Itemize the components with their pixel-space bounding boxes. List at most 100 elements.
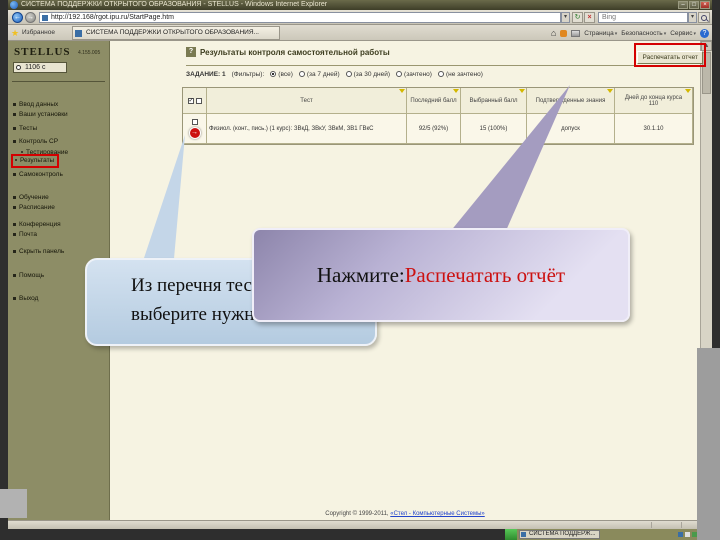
col-header-test[interactable]: Тест	[207, 88, 407, 114]
sidebar-item-testy[interactable]: Тесты	[13, 124, 37, 133]
callout-print-report: Нажмите: Распечатать отчёт	[252, 228, 630, 322]
stellus-logo: STELLUS	[14, 46, 71, 58]
section-help-icon[interactable]	[186, 47, 196, 57]
filter-funnel-icon[interactable]	[453, 89, 459, 93]
forward-button[interactable]	[25, 12, 36, 23]
row-selected-score: 15 (100%)	[461, 114, 527, 144]
sidebar-divider	[12, 81, 105, 82]
menu-bullet-icon	[13, 139, 16, 143]
callout-print-action: Распечатать отчёт	[404, 262, 566, 287]
sidebar-item-skryt-panel[interactable]: Скрыть панель	[13, 247, 64, 256]
back-button[interactable]	[12, 12, 23, 23]
search-input[interactable]: Bing	[598, 12, 688, 23]
menu-bullet-icon	[13, 249, 16, 253]
url-input[interactable]: http://192.168/rgot.ipu.ru/StartPage.htm	[39, 12, 561, 23]
col-header-last-score[interactable]: Последний балл	[407, 88, 461, 114]
filter-option-passed[interactable]: (зачтено)	[396, 71, 432, 78]
sidebar-item-rezultaty[interactable]: Результаты	[11, 154, 60, 168]
filter-option-7days[interactable]: (за 7 дней)	[298, 71, 340, 78]
url-text: http://192.168/rgot.ipu.ru/StartPage.htm	[51, 14, 174, 21]
site-favicon-icon	[42, 15, 48, 21]
slide-gray-overlay-bottomleft	[0, 489, 27, 518]
window-controls	[678, 1, 710, 9]
select-all-checkbox[interactable]	[187, 97, 194, 104]
chevron-down-icon	[692, 30, 696, 37]
sidebar-item-vyhod[interactable]: Выход	[13, 294, 38, 303]
sidebar-item-obuchenie[interactable]: Обучение	[13, 193, 49, 202]
radio-icon	[298, 71, 305, 78]
favorites-button[interactable]: Избранное	[11, 27, 55, 39]
search-text: Bing	[602, 14, 617, 21]
tools-menu[interactable]: Сервис	[670, 30, 696, 37]
start-button[interactable]	[505, 529, 517, 540]
taskbar-window-button[interactable]: СИСТЕМА ПОДДЕРЖ...	[519, 530, 600, 539]
tray-network-icon[interactable]	[678, 532, 683, 537]
radio-icon	[345, 71, 352, 78]
sidebar-item-kontrol-sr[interactable]: Контроль СР	[13, 137, 58, 146]
print-report-button[interactable]: Распечатать отчет	[637, 51, 703, 64]
menu-bullet-icon	[13, 205, 16, 209]
timer-value: 1106 с	[25, 64, 46, 71]
tray-volume-icon[interactable]	[685, 532, 690, 537]
tab-title: СИСТЕМА ПОДДЕРЖКИ ОТКРЫТОГО ОБРАЗОВАНИЯ.…	[86, 29, 259, 36]
task-label: ЗАДАНИЕ: 1	[186, 71, 226, 78]
sidebar-item-pochta[interactable]: Почта	[13, 230, 37, 239]
filter-option-30days[interactable]: (за 30 дней)	[345, 71, 390, 78]
col-header-days-left[interactable]: Дней до конца курса 110	[615, 88, 693, 114]
sidebar-item-vashi-ustanovki[interactable]: Ваши установки	[13, 110, 68, 119]
filter-option-notpassed[interactable]: (не зачтено)	[437, 71, 483, 78]
browser-tab[interactable]: СИСТЕМА ПОДДЕРЖКИ ОТКРЫТОГО ОБРАЗОВАНИЯ.…	[72, 26, 280, 40]
menu-bullet-icon	[13, 195, 16, 199]
filter-row: ЗАДАНИЕ: 1 (Фильтры): (все) (за 7 дней) …	[186, 71, 483, 78]
maximize-button[interactable]	[689, 1, 699, 9]
print-icon[interactable]	[571, 29, 581, 37]
favorites-bar: Избранное СИСТЕМА ПОДДЕРЖКИ ОТКРЫТОГО ОБ…	[8, 25, 712, 41]
os-taskbar: СИСТЕМА ПОДДЕРЖ...	[505, 529, 700, 540]
sidebar-item-vvod-dannyh[interactable]: Ввод данных	[13, 100, 58, 109]
filters-label: (Фильтры):	[231, 71, 265, 78]
ie-logo-icon	[10, 1, 18, 9]
filter-funnel-icon[interactable]	[519, 89, 525, 93]
sidebar-item-raspisanie[interactable]: Расписание	[13, 203, 55, 212]
stop-button[interactable]	[584, 12, 595, 23]
col-header-confirmed[interactable]: Подтвержденные знания	[527, 88, 615, 114]
status-divider	[681, 522, 682, 528]
close-button[interactable]	[700, 1, 710, 9]
safety-menu[interactable]: Безопасность	[621, 30, 666, 37]
copyright-footer: Copyright © 1999-2011, «Стел - Компьютер…	[110, 511, 700, 517]
slide-gray-overlay-right	[697, 348, 720, 540]
row-test-name[interactable]: Физиол. (конт., пись.) (1 курс): ЗВкД, З…	[207, 114, 407, 144]
deselect-all-checkbox[interactable]	[195, 97, 202, 104]
minimize-button[interactable]	[678, 1, 688, 9]
filter-funnel-icon[interactable]	[607, 89, 613, 93]
results-table: Тест Последний балл Выбранный балл Подтв…	[182, 87, 694, 145]
radio-icon	[270, 71, 277, 78]
callout-print-prefix: Нажмите:	[316, 262, 405, 287]
sidebar-item-konferencia[interactable]: Конференция	[13, 220, 61, 229]
window-title: СИСТЕМА ПОДДЕРЖКИ ОТКРЫТОГО ОБРАЗОВАНИЯ …	[21, 1, 328, 8]
filter-funnel-icon[interactable]	[685, 89, 691, 93]
home-icon[interactable]	[551, 28, 556, 38]
rss-feed-icon[interactable]	[560, 29, 568, 37]
sidebar-item-pomosch[interactable]: Помощь	[13, 271, 44, 280]
help-icon[interactable]	[700, 28, 709, 38]
page-menu[interactable]: Страница	[584, 30, 617, 37]
search-icon[interactable]	[698, 12, 710, 23]
address-bar: http://192.168/rgot.ipu.ru/StartPage.htm…	[8, 10, 712, 25]
divider	[186, 65, 700, 66]
company-link[interactable]: «Стел - Компьютерные Системы»	[390, 511, 484, 517]
window-titlebar: СИСТЕМА ПОДДЕРЖКИ ОТКРЫТОГО ОБРАЗОВАНИЯ …	[8, 0, 712, 10]
row-checkbox[interactable]	[191, 118, 198, 125]
row-last-score: 92/5 (92%)	[407, 114, 461, 144]
filter-option-all[interactable]: (все)	[270, 71, 293, 78]
search-dropdown-button[interactable]	[688, 12, 697, 23]
refresh-button[interactable]	[572, 12, 583, 23]
radio-icon	[437, 71, 444, 78]
filter-funnel-icon[interactable]	[399, 89, 405, 93]
url-dropdown-button[interactable]	[561, 12, 570, 23]
taskbar-favicon-icon	[521, 532, 526, 537]
sidebar-item-samokontrol[interactable]: Самоконтроль	[13, 170, 63, 179]
radio-icon	[396, 71, 403, 78]
col-header-selected-score[interactable]: Выбранный балл	[461, 88, 527, 114]
menu-bullet-icon	[15, 159, 17, 162]
